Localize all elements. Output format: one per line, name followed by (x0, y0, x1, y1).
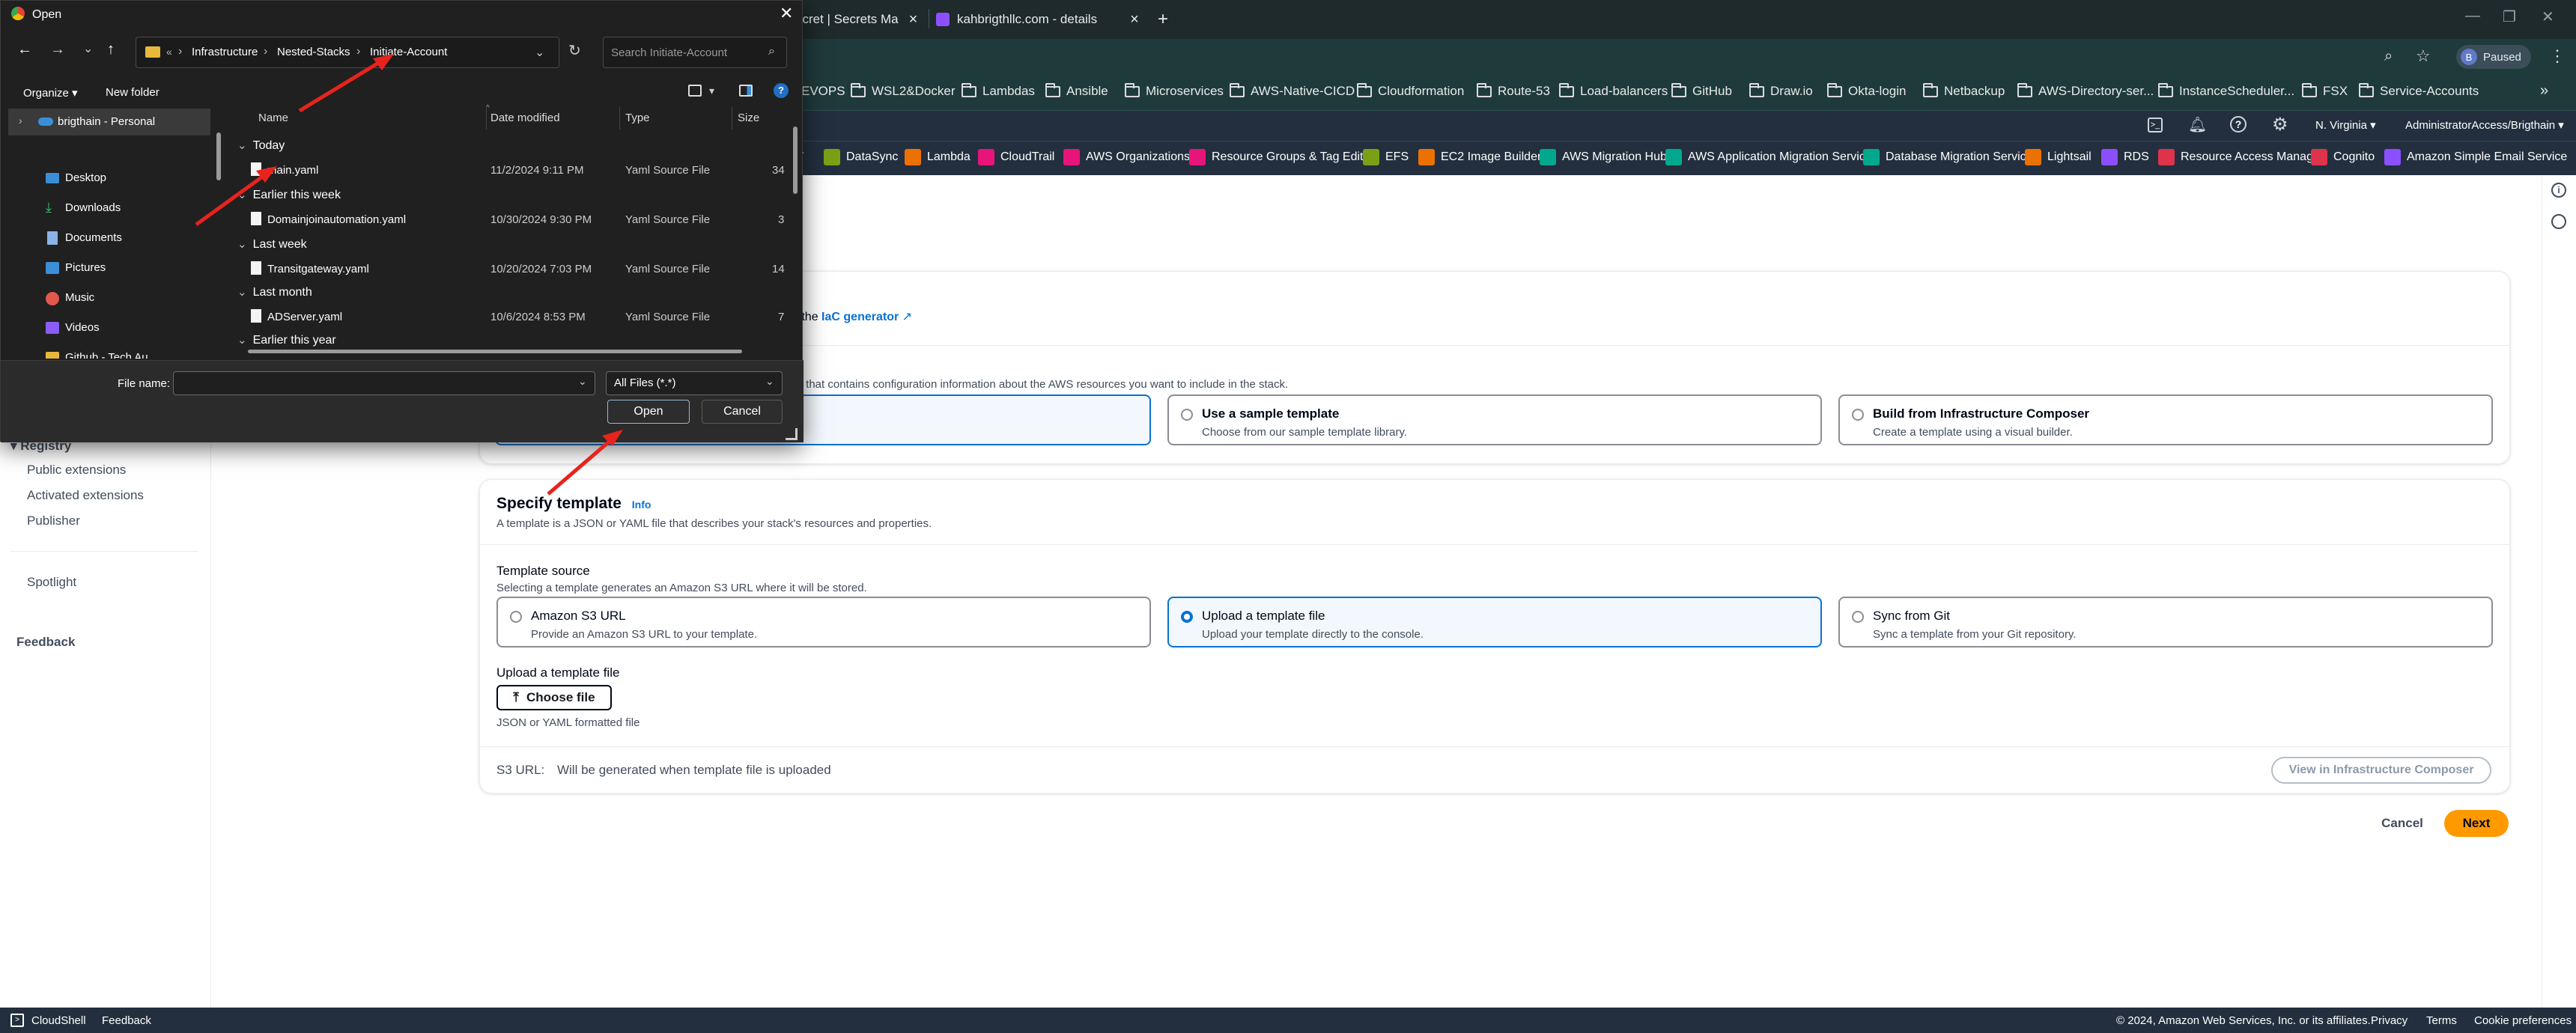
arrow-to-open-button (547, 437, 614, 496)
arrow-to-main-yaml (195, 171, 268, 227)
arrow-to-breadcrumb (298, 58, 385, 113)
annotation-arrows (195, 54, 623, 496)
arrow-to-breadcrumb-head (373, 54, 394, 70)
